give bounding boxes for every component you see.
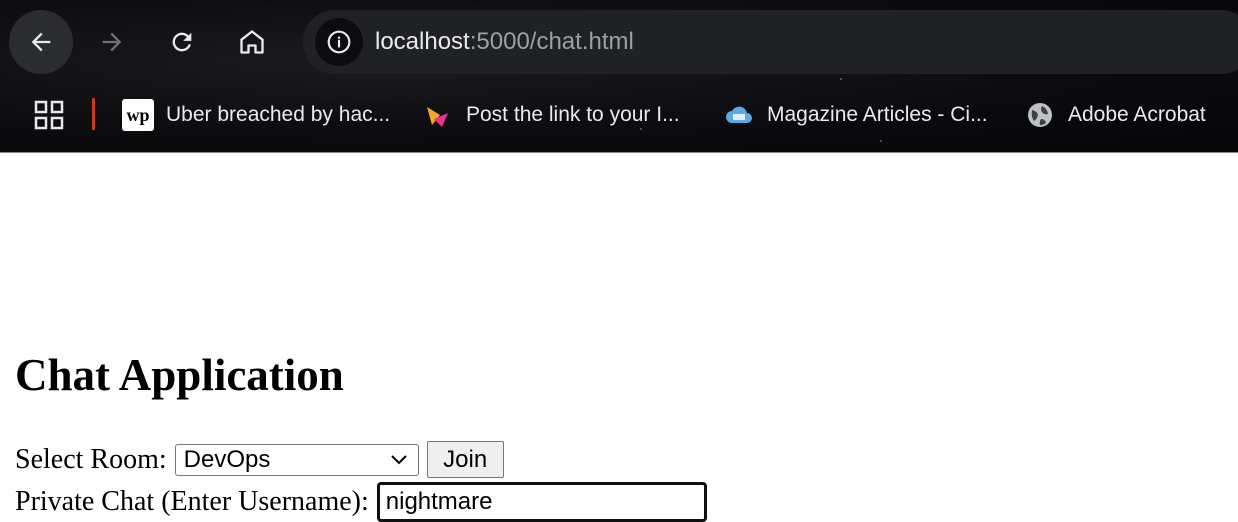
- bookmarks-bar: wp Uber breached by hac... Post the link…: [0, 90, 1238, 140]
- page-title: Chat Application: [15, 350, 344, 400]
- globe-icon: [1024, 99, 1056, 131]
- apps-grid-icon[interactable]: [34, 100, 64, 130]
- bookmark-item[interactable]: wp Uber breached by hac...: [122, 96, 390, 134]
- site-info-button[interactable]: [315, 18, 363, 66]
- home-button[interactable]: [220, 10, 284, 74]
- bookmark-item[interactable]: Adobe Acrobat: [1024, 96, 1206, 134]
- reload-icon: [172, 32, 192, 52]
- chevron-down-icon: [390, 454, 407, 464]
- address-bar[interactable]: localhost:5000/chat.html: [303, 10, 1238, 74]
- url-host: localhost: [375, 28, 470, 55]
- info-icon: [327, 30, 351, 54]
- url-text[interactable]: localhost:5000/chat.html: [375, 26, 634, 58]
- pendo-icon: [422, 99, 454, 131]
- washington-post-icon: wp: [122, 99, 154, 131]
- forward-button[interactable]: [80, 10, 144, 74]
- background-star: [840, 78, 842, 80]
- arrow-left-icon: [31, 32, 51, 52]
- bookmark-label: Uber breached by hac...: [166, 103, 391, 126]
- bookmark-label: Adobe Acrobat: [1068, 103, 1206, 126]
- private-chat-row: Private Chat (Enter Username):: [15, 482, 707, 522]
- room-row: Select Room: DevOps Join: [15, 441, 504, 478]
- room-select[interactable]: DevOps: [174, 443, 419, 476]
- join-button[interactable]: Join: [426, 441, 504, 478]
- bookmark-item[interactable]: Magazine Articles - Ci...: [723, 96, 988, 134]
- username-input[interactable]: [376, 482, 707, 522]
- room-select-value: DevOps: [183, 445, 271, 473]
- browser-chrome: localhost:5000/chat.html wp Uber breache…: [0, 0, 1238, 153]
- chrome-divider: [0, 152, 1238, 153]
- bookmark-separator: [92, 98, 95, 130]
- room-label: Select Room:: [15, 443, 167, 475]
- arrow-right-icon: [102, 32, 122, 52]
- private-chat-label: Private Chat (Enter Username):: [15, 486, 369, 517]
- back-button[interactable]: [9, 10, 73, 74]
- bookmark-label: Post the link to your I...: [466, 103, 680, 126]
- background-star: [880, 140, 882, 142]
- home-icon: [240, 30, 264, 54]
- bookmark-item[interactable]: Post the link to your I...: [422, 96, 680, 134]
- cloud-icon: [723, 99, 755, 131]
- bookmark-label: Magazine Articles - Ci...: [767, 103, 988, 126]
- url-path: :5000/chat.html: [469, 28, 634, 55]
- reload-button[interactable]: [150, 10, 214, 74]
